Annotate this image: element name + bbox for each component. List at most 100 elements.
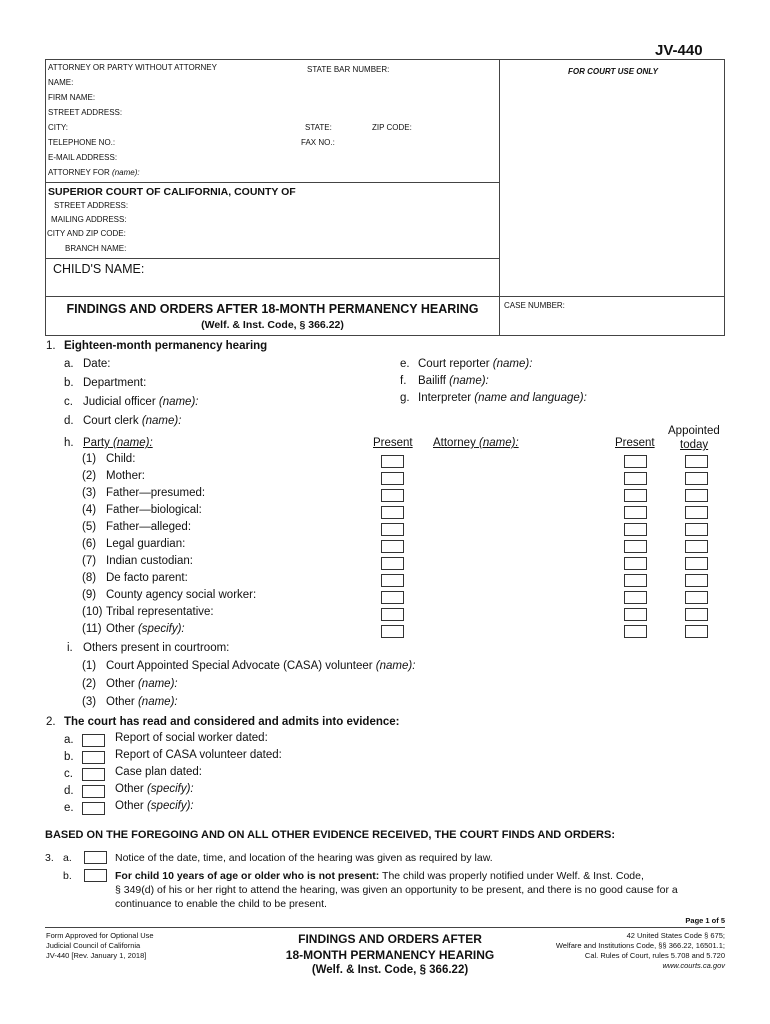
party-row-field-label: Legal guardian: [106,538,186,550]
party-present-checkbox[interactable] [381,489,404,502]
others-row-field-hint: (name): [137,696,178,708]
party-present-checkbox[interactable] [381,523,404,536]
party-present-checkbox[interactable] [381,557,404,570]
child-name-field[interactable]: CHILD'S NAME: [53,262,144,276]
item-3a-checkbox[interactable] [84,851,107,864]
court-street-field[interactable]: STREET ADDRESS: [54,201,128,210]
party-present-checkbox[interactable] [381,608,404,621]
attorney-appointed-checkbox[interactable] [685,557,708,570]
party-present-checkbox[interactable] [381,455,404,468]
others-row-number: (2) [82,678,97,690]
party-row-number: (2) [82,470,97,482]
party-row-field[interactable]: Father—alleged: [106,521,191,533]
city-field[interactable]: CITY: [48,123,68,132]
court-mailing-field[interactable]: MAILING ADDRESS: [51,215,127,224]
attorney-appointed-checkbox[interactable] [685,574,708,587]
item-1-letter: f. [400,375,407,387]
evidence-checkbox[interactable] [82,734,105,747]
attorney-appointed-checkbox[interactable] [685,608,708,621]
party-row-field[interactable]: Tribal representative: [106,606,214,618]
item-1-field-hint: (name): [158,396,199,408]
others-row-field[interactable]: Other (name): [106,696,178,708]
attorney-for-field[interactable]: ATTORNEY FOR (name): [48,168,140,177]
name-field[interactable]: NAME: [48,78,73,87]
state-bar-label[interactable]: STATE BAR NUMBER: [307,65,389,74]
attorney-appointed-checkbox[interactable] [685,523,708,536]
attorney-appointed-checkbox[interactable] [685,625,708,638]
attorney-appointed-checkbox[interactable] [685,506,708,519]
footer-website[interactable]: www.courts.ca.gov [662,961,725,970]
evidence-checkbox[interactable] [82,802,105,815]
attorney-present-checkbox[interactable] [624,472,647,485]
telephone-field[interactable]: TELEPHONE NO.: [48,138,115,147]
evidence-field[interactable]: Other (specify): [115,783,194,795]
attorney-present-checkbox[interactable] [624,591,647,604]
party-row-field[interactable]: Father—biological: [106,504,202,516]
attorney-appointed-checkbox[interactable] [685,472,708,485]
attorney-appointed-checkbox[interactable] [685,591,708,604]
fax-field[interactable]: FAX NO.: [301,138,335,147]
party-row-field[interactable]: County agency social worker: [106,589,256,601]
attorney-present-checkbox[interactable] [624,625,647,638]
evidence-checkbox[interactable] [82,768,105,781]
party-row-number: (11) [82,623,102,635]
party-row-field[interactable]: Legal guardian: [106,538,185,550]
evidence-checkbox[interactable] [82,751,105,764]
evidence-field[interactable]: Report of social worker dated: [115,732,268,744]
party-row-field-label: Father—alleged: [106,521,192,533]
evidence-field[interactable]: Case plan dated: [115,766,202,778]
party-row-field[interactable]: Indian custodian: [106,555,193,567]
attorney-present-checkbox[interactable] [624,608,647,621]
item-1-letter: d. [64,415,74,427]
court-city-zip-field[interactable]: CITY AND ZIP CODE: [47,229,126,238]
item-1-field[interactable]: Date: [83,358,111,370]
party-row-field[interactable]: De facto parent: [106,572,188,584]
state-field[interactable]: STATE: [305,123,332,132]
party-present-checkbox[interactable] [381,574,404,587]
evidence-field[interactable]: Report of CASA volunteer dated: [115,749,282,761]
evidence-field[interactable]: Other (specify): [115,800,194,812]
item-3b-checkbox[interactable] [84,869,107,882]
street-address-field[interactable]: STREET ADDRESS: [48,108,122,117]
party-present-checkbox[interactable] [381,540,404,553]
case-number-field[interactable]: CASE NUMBER: [504,301,565,310]
party-present-checkbox[interactable] [381,625,404,638]
party-present-checkbox[interactable] [381,472,404,485]
court-branch-field[interactable]: BRANCH NAME: [65,244,126,253]
party-row-field[interactable]: Mother: [106,470,145,482]
email-field[interactable]: E-MAIL ADDRESS: [48,153,117,162]
item-3b-letter: b. [63,870,72,882]
party-present-checkbox[interactable] [381,591,404,604]
attorney-present-checkbox[interactable] [624,540,647,553]
caption-divider [499,60,500,335]
party-row-field[interactable]: Child: [106,453,135,465]
attorney-appointed-checkbox[interactable] [685,489,708,502]
item-1-field-label: Department: [83,377,147,389]
attorney-present-checkbox[interactable] [624,489,647,502]
attorney-present-checkbox[interactable] [624,557,647,570]
attorney-present-checkbox[interactable] [624,455,647,468]
others-row-field-label: Other [106,696,135,708]
zip-code-field[interactable]: ZIP CODE: [372,123,412,132]
item-1-field[interactable]: Department: [83,377,146,389]
attorney-present-checkbox[interactable] [624,523,647,536]
attorney-present-checkbox[interactable] [624,574,647,587]
item-1-field[interactable]: Bailiff (name): [418,375,489,387]
others-row-field[interactable]: Other (name): [106,678,178,690]
item-1-field[interactable]: Court clerk (name): [83,415,181,427]
attorney-appointed-checkbox[interactable] [685,540,708,553]
party-present-checkbox[interactable] [381,506,404,519]
item-1-field[interactable]: Interpreter (name and language): [418,392,587,404]
item-1-field[interactable]: Court reporter (name): [418,358,532,370]
party-row-field[interactable]: Father—presumed: [106,487,205,499]
party-row-field[interactable]: Other (specify): [106,623,185,635]
party-row-number: (10) [82,606,103,618]
attorney-appointed-checkbox[interactable] [685,455,708,468]
others-row-field[interactable]: Court Appointed Special Advocate (CASA) … [106,660,415,672]
page-number: Page 1 of 5 [685,916,725,925]
evidence-checkbox[interactable] [82,785,105,798]
party-row-field-label: County agency social worker: [106,589,257,601]
attorney-present-checkbox[interactable] [624,506,647,519]
firm-name-field[interactable]: FIRM NAME: [48,93,95,102]
item-1-field[interactable]: Judicial officer (name): [83,396,198,408]
